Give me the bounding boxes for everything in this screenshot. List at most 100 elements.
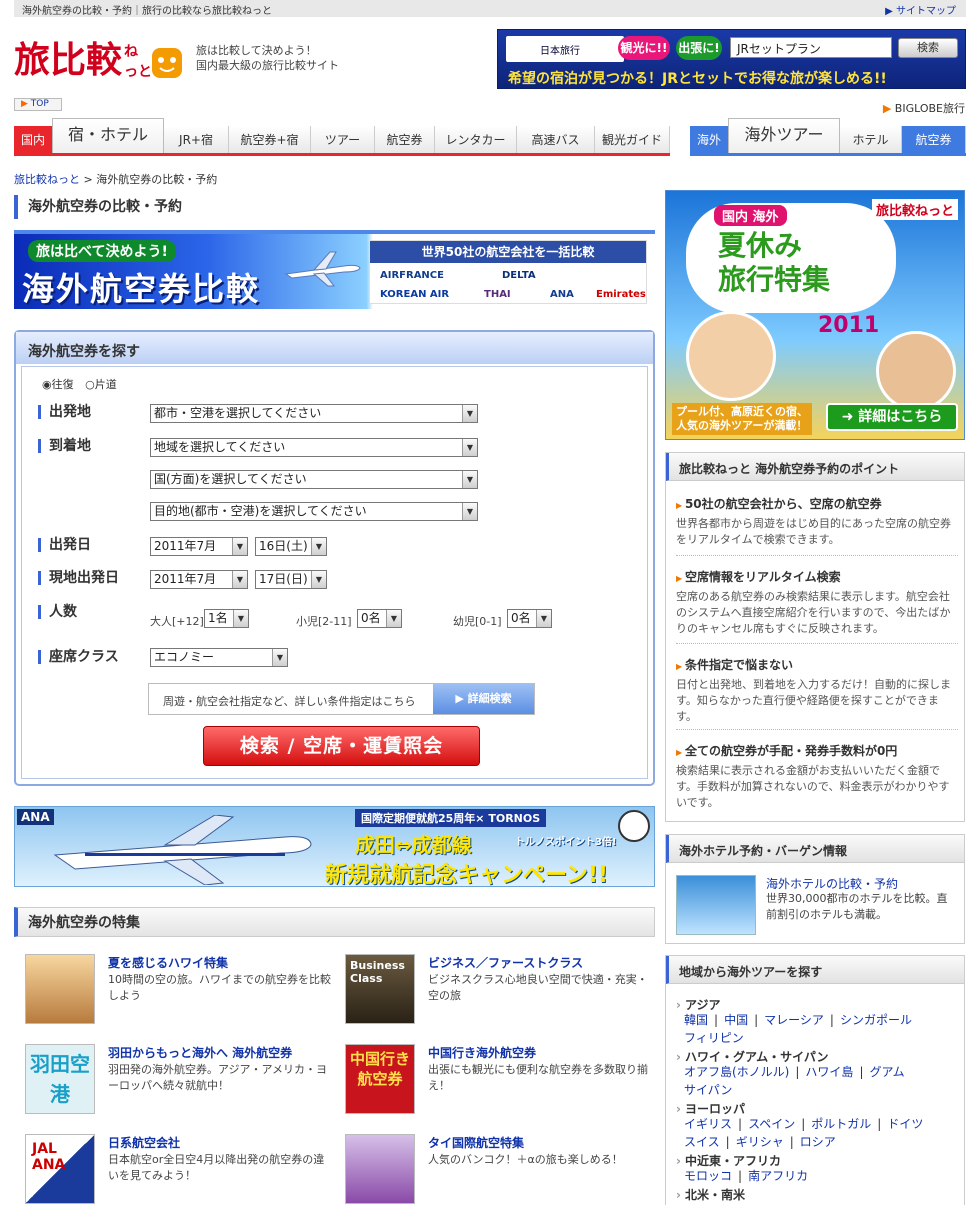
overseas-tab-bar: 海外 海外ツアー ホテル 航空券 — [690, 118, 966, 156]
sitemap-link[interactable]: ▶ サイトマップ — [885, 2, 956, 17]
ad-search-input[interactable]: JRセットプラン — [730, 37, 892, 58]
breadcrumb-home[interactable]: 旅比較ねっと — [14, 173, 80, 186]
point-title: 空席情報をリアルタイム検索 — [676, 568, 958, 585]
city-link[interactable]: ドイツ — [887, 1117, 923, 1131]
promo-note: プール付、高原近くの宿、 人気の海外ツアーが満載！ — [672, 403, 812, 435]
tab-overseas-air[interactable]: 航空券 — [902, 126, 966, 156]
tab-tour[interactable]: ツアー — [311, 126, 375, 156]
hotel-box: 海外ホテル予約・バーゲン情報 海外ホテルの比較・予約 世界30,000都市のホテ… — [665, 834, 965, 944]
region-box-title: 地域から海外ツアーを探す — [666, 956, 964, 984]
promo-note-line1: プール付、高原近くの宿、 — [676, 405, 808, 418]
city-link[interactable]: スイス — [684, 1135, 720, 1149]
child-select[interactable]: 0名 ▼ — [357, 609, 402, 628]
radio-roundtrip[interactable]: ◉往復 — [42, 378, 74, 391]
jr-set-plan-ad[interactable]: 日本旅行 観光に!! 出張に! JRセットプラン 検索 希望の宿泊が見つかる！J… — [497, 29, 966, 89]
city-link[interactable]: イギリス — [684, 1117, 732, 1131]
city-link[interactable]: グアム — [869, 1065, 904, 1079]
region-cities: 韓国 | 中国 | マレーシア | シンガポール フィリピン — [684, 1013, 912, 1045]
hero-title: 海外航空券比較 — [22, 270, 261, 308]
tab-rentacar[interactable]: レンタカー — [435, 126, 517, 156]
infant-label: 幼児[0-1] — [453, 615, 502, 628]
radio-oneway-label: 片道 — [94, 378, 117, 391]
seat-class-select[interactable]: エコノミー ▼ — [150, 648, 288, 667]
promo-tag: 国内 海外 — [714, 205, 787, 226]
city-link[interactable]: マレーシア — [764, 1013, 824, 1027]
city-link[interactable]: シンガポール — [840, 1013, 912, 1027]
tab-hotel[interactable]: 宿・ホテル — [52, 118, 164, 156]
biglobe-link[interactable]: ▶ BIGLOBE旅行 — [883, 100, 965, 116]
city-link[interactable]: サイパン — [684, 1083, 732, 1097]
infant-select[interactable]: 0名 ▼ — [507, 609, 552, 628]
return-date-label: 現地出発日 — [38, 571, 119, 585]
breadcrumb-current: 海外航空券の比較・予約 — [96, 173, 218, 186]
feature-haneda[interactable]: 羽田空港 羽田からもっと海外へ 海外航空券 羽田発の海外航空券。アジア・アメリカ… — [25, 1044, 327, 1116]
feature-title[interactable]: 中国行き海外航空券 — [428, 1044, 536, 1061]
airline-panel: 世界50社の航空会社を一括比較 AIRFRANCE DELTA KOREAN A… — [369, 240, 647, 304]
overseas-air-compare-banner[interactable]: 旅は比べて決めよう! 海外航空券比較 世界50社の航空会社を一括比較 AIRFR… — [14, 230, 655, 309]
city-link[interactable]: 韓国 — [684, 1013, 708, 1027]
triangle-icon: ▶ — [21, 99, 31, 109]
ad-search-button[interactable]: 検索 — [898, 38, 958, 58]
haneda-image: 羽田空港 — [25, 1044, 95, 1114]
city-link[interactable]: オアフ島(ホノルル) — [684, 1065, 789, 1079]
domestic-tab-bar: 国内 宿・ホテル JR+宿 航空券+宿 ツアー 航空券 レンタカー 高速バス 観… — [14, 118, 670, 156]
feature-title[interactable]: ビジネス／ファーストクラス — [428, 954, 583, 971]
hotel-compare-link[interactable]: 海外ホテルの比較・予約 — [766, 875, 898, 892]
airline-panel-title: 世界50社の航空会社を一括比較 — [370, 241, 646, 263]
chevron-down-icon: ▼ — [233, 610, 248, 627]
tab-guide[interactable]: 観光ガイド — [595, 126, 670, 156]
top-button[interactable]: ▶ TOP — [14, 98, 62, 111]
page-title: 海外航空券の比較・予約 — [14, 195, 655, 219]
detail-search-button[interactable]: ▶ 詳細検索 — [433, 684, 534, 714]
adult-select[interactable]: 1名 ▼ — [204, 609, 249, 628]
point-item: 条件指定で悩まない 日付と出発地、到着地を入力するだけ！自動的に探します。知らな… — [676, 643, 958, 725]
site-logo[interactable]: 旅比較 ね っと — [14, 34, 184, 84]
region-select[interactable]: 地域を選択してください ▼ — [150, 438, 478, 457]
feature-hawaii[interactable]: 夏を感じるハワイ特集 10時間の空の旅。ハワイまでの航空券を比較しよう — [25, 954, 331, 1026]
feature-title[interactable]: タイ国際航空特集 — [428, 1134, 524, 1151]
return-day-select[interactable]: 17日(日) ▼ — [255, 570, 327, 589]
depart-month-select[interactable]: 2011年7月 ▼ — [150, 537, 248, 556]
city-link[interactable]: ハワイ島 — [805, 1065, 853, 1079]
hotel-desc: 世界30,000都市のホテルを比較。直前割引のホテルも満載。 — [766, 892, 948, 921]
tab-overseas-hotel[interactable]: ホテル — [840, 126, 902, 156]
city-link[interactable]: 中国 — [724, 1013, 748, 1027]
search-submit-button[interactable]: 検索 / 空席・運賃照会 — [203, 726, 480, 766]
ana-campaign-banner[interactable]: ANA 国際定期便就航25周年× TORNOS 成田⇔成都線 トルノスポイント3… — [14, 806, 655, 887]
promo-detail-button[interactable]: ➜ 詳細はこちら — [826, 403, 958, 431]
feature-title[interactable]: 日系航空会社 — [108, 1134, 180, 1151]
city-link[interactable]: 南アフリカ — [748, 1169, 808, 1183]
tab-air[interactable]: 航空券 — [375, 126, 435, 156]
point-title: 全ての航空券が手配・発券手数料が0円 — [676, 742, 958, 759]
city-link[interactable]: モロッコ — [684, 1169, 732, 1183]
departure-select[interactable]: 都市・空港を選択してください ▼ — [150, 404, 478, 423]
feature-title[interactable]: 羽田からもっと海外へ 海外航空券 — [108, 1044, 292, 1061]
ana-line1: 国際定期便就航25周年× TORNOS — [355, 809, 547, 827]
play-icon: ▶ — [455, 692, 468, 705]
feature-thai[interactable]: タイ国際航空特集 人気のバンコク！＋αの旅も楽しめる！ — [345, 1134, 645, 1206]
feature-title[interactable]: 夏を感じるハワイ特集 — [108, 954, 228, 971]
city-link[interactable]: ポルトガル — [811, 1117, 871, 1131]
city-link[interactable]: ロシア — [800, 1135, 836, 1149]
country-select[interactable]: 国(方面)を選択してください ▼ — [150, 470, 478, 489]
chevron-down-icon: ▼ — [272, 649, 287, 666]
feature-china[interactable]: 中国行き航空券 中国行き海外航空券 出張にも観光にも便利な航空券を多数取り揃え！ — [345, 1044, 648, 1116]
tab-jr-hotel[interactable]: JR+宿 — [164, 126, 229, 156]
depart-day-select[interactable]: 16日(土) ▼ — [255, 537, 327, 556]
top-label: TOP — [30, 99, 49, 109]
return-month-select[interactable]: 2011年7月 ▼ — [150, 570, 248, 589]
city-link[interactable]: フィリピン — [684, 1031, 744, 1045]
point-item: 空席情報をリアルタイム検索 空席のある航空券のみ検索結果に表示します。航空会社の… — [676, 555, 958, 637]
tab-air-hotel[interactable]: 航空券+宿 — [229, 126, 311, 156]
city-link[interactable]: ギリシャ — [736, 1135, 784, 1149]
chevron-down-icon: ▼ — [536, 610, 551, 627]
summer-travel-promo[interactable]: 旅比較ねっと 国内 海外 夏休み 旅行特集 2011 プール付、高原近くの宿、 人気… — [665, 190, 965, 440]
feature-japanese-airlines[interactable]: JAL ANA 日系航空会社 日本航空or全日空4月以降出発の航空券の違いを見て… — [25, 1134, 325, 1206]
city-link[interactable]: スペイン — [748, 1117, 795, 1131]
radio-oneway[interactable]: ○片道 — [85, 378, 117, 391]
promo-logo: 旅比較ねっと — [871, 199, 958, 220]
feature-business[interactable]: Business Class ビジネス／ファーストクラス ビジネスクラス心地良い… — [345, 954, 648, 1026]
destination-select[interactable]: 目的地(都市・空港)を選択してください ▼ — [150, 502, 478, 521]
tab-overseas-tour[interactable]: 海外ツアー — [728, 118, 840, 156]
tab-bus[interactable]: 高速バス — [517, 126, 595, 156]
